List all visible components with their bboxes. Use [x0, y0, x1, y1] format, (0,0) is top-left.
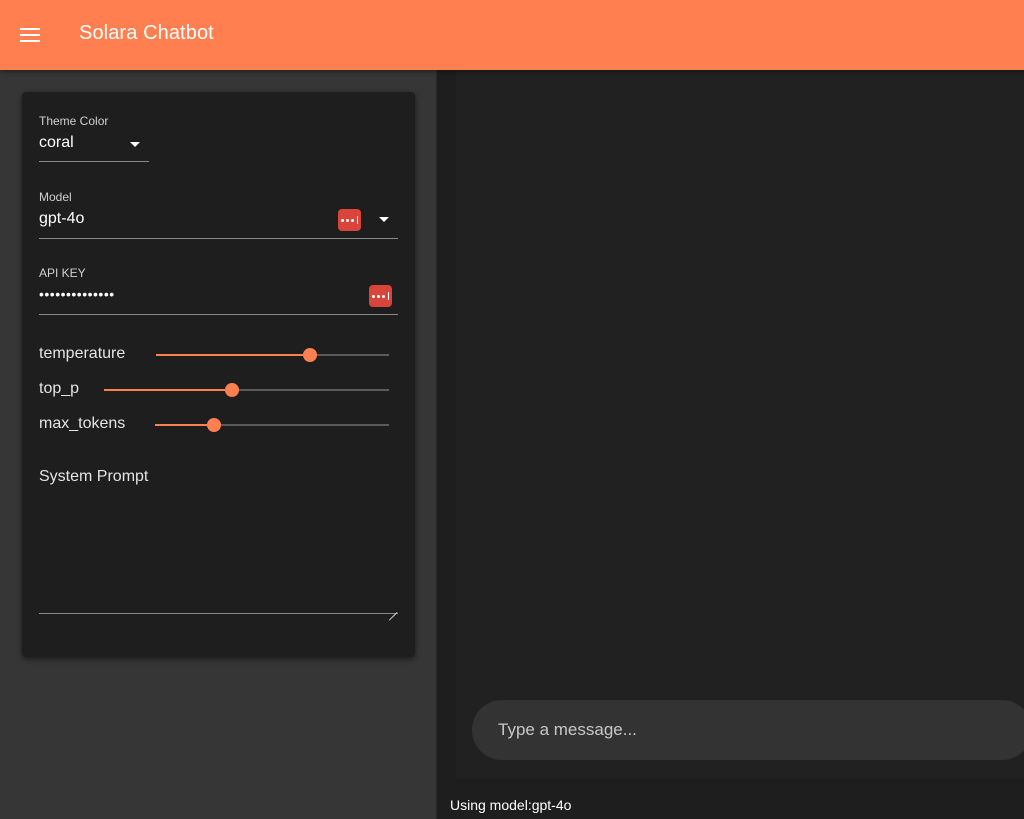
- theme-color-label: Theme Color: [39, 114, 109, 128]
- chat-messages-panel: [456, 70, 1024, 778]
- model-value[interactable]: gpt-4o: [39, 210, 84, 228]
- api-key-label: API KEY: [39, 266, 86, 280]
- top-p-label: top_p: [39, 380, 80, 397]
- top-p-slider-thumb[interactable]: [225, 383, 240, 397]
- sidebar: Theme Color coral Model gpt-4o API KEY •…: [0, 70, 437, 819]
- max-tokens-slider-thumb[interactable]: [206, 418, 221, 432]
- api-key-input[interactable]: ••••••••••••••: [39, 286, 115, 302]
- app-title: Solara Chatbot: [79, 22, 214, 44]
- message-input[interactable]: Type a message...: [472, 700, 1024, 760]
- password-manager-icon[interactable]: [369, 285, 392, 307]
- settings-card: Theme Color coral Model gpt-4o API KEY •…: [22, 92, 415, 657]
- app-bar: Solara Chatbot: [0, 0, 1024, 70]
- system-prompt-textarea[interactable]: [39, 492, 398, 614]
- chevron-down-icon[interactable]: [379, 217, 389, 222]
- temperature-slider-thumb[interactable]: [302, 348, 317, 362]
- max-tokens-slider[interactable]: [155, 418, 389, 432]
- temperature-slider-fill: [156, 354, 310, 356]
- main-area: Type a message... Using model:gpt-4o: [438, 70, 1024, 819]
- max-tokens-slider-fill: [155, 424, 214, 426]
- theme-color-value[interactable]: coral: [39, 134, 74, 152]
- theme-color-underline: [39, 161, 149, 162]
- password-manager-icon[interactable]: [338, 209, 361, 231]
- temperature-slider[interactable]: [156, 348, 389, 362]
- top-p-slider[interactable]: [104, 383, 389, 397]
- model-status-text: Using model:gpt-4o: [450, 797, 572, 813]
- system-prompt-label: System Prompt: [39, 468, 149, 485]
- max-tokens-label: max_tokens: [39, 415, 126, 432]
- chevron-down-icon[interactable]: [130, 142, 140, 147]
- model-underline: [39, 238, 398, 239]
- menu-icon[interactable]: [12, 17, 48, 53]
- model-label: Model: [39, 190, 72, 204]
- api-key-underline: [39, 314, 398, 315]
- top-p-slider-fill: [104, 389, 233, 391]
- resize-grip-icon[interactable]: [388, 605, 398, 621]
- temperature-label: temperature: [39, 345, 126, 362]
